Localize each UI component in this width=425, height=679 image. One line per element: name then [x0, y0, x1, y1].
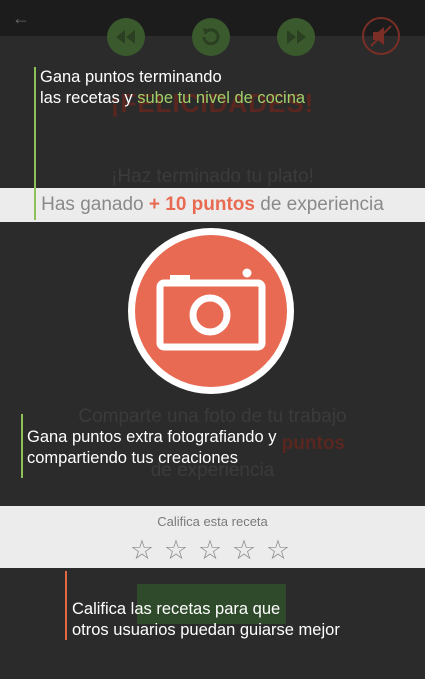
rating-stars[interactable]: ☆ ☆ ☆ ☆ ☆: [128, 536, 298, 564]
star-outline-icon[interactable]: ☆: [264, 536, 292, 564]
experience-suffix: de experiencia: [254, 194, 384, 215]
mute-button[interactable]: [362, 17, 400, 55]
arrow-left-icon[interactable]: ←: [12, 8, 32, 28]
callout-levels-highlight: sube tu nivel de cocina: [137, 89, 306, 107]
callout-levels-line2-prefix: las recetas y: [40, 89, 138, 107]
replay-icon: [202, 28, 220, 46]
star-outline-icon[interactable]: ☆: [162, 536, 190, 564]
share-text-line1: Comparte una foto de tu trabajo: [78, 406, 347, 427]
experience-text: Has ganado + 10 puntos de experiencia: [0, 194, 425, 216]
replay-button[interactable]: [192, 18, 230, 56]
callout-indicator: [34, 67, 36, 220]
camera-icon: [156, 268, 266, 351]
callout-rate-line1: Califica las recetas para que: [72, 600, 281, 618]
callout-levels-line1: Gana puntos terminando: [40, 68, 222, 86]
callout-rate: Califica las recetas para que otros usua…: [72, 599, 340, 641]
star-outline-icon[interactable]: ☆: [196, 536, 224, 564]
callout-photo-line2: compartiendo tus creaciones: [27, 449, 238, 467]
mute-icon: [370, 25, 392, 47]
callout-photo-line1: Gana puntos extra fotografiando y: [27, 428, 277, 446]
fast-forward-button[interactable]: [277, 18, 315, 56]
star-outline-icon[interactable]: ☆: [230, 536, 258, 564]
finished-message: ¡Haz terminado tu plato!: [111, 166, 314, 187]
callout-levels-line2: las recetas y sube tu nivel de cocina: [40, 88, 305, 109]
experience-points: + 10 puntos: [148, 194, 255, 215]
rewind-icon: [116, 30, 135, 44]
callout-rate-line2: otros usuarios puedan guiarse mejor: [72, 621, 340, 639]
callout-indicator: [21, 414, 23, 478]
star-outline-icon[interactable]: ☆: [128, 536, 156, 564]
callout-indicator: [65, 571, 67, 640]
fast-forward-icon: [287, 30, 306, 44]
rating-label: Califica esta receta: [157, 514, 268, 529]
callout-levels: Gana puntos terminando las recetas y sub…: [40, 67, 305, 109]
rewind-button[interactable]: [107, 18, 145, 56]
experience-prefix: Has ganado: [41, 194, 149, 215]
callout-photo: Gana puntos extra fotografiando y compar…: [27, 427, 277, 469]
